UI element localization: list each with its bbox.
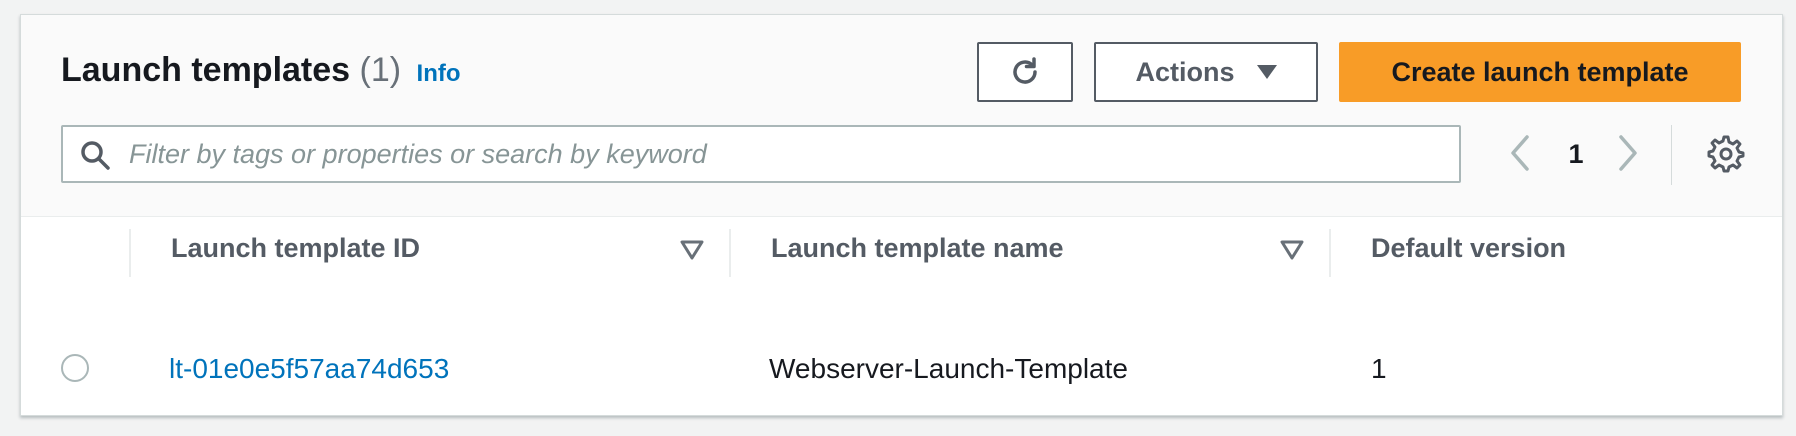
launch-templates-panel: Launch templates (1) Info Actions Create… [20,14,1783,416]
previous-page-icon[interactable] [1503,131,1539,175]
refresh-button[interactable] [977,42,1073,102]
toolbar-divider [1671,125,1672,185]
info-link[interactable]: Info [417,60,461,87]
actions-button[interactable]: Actions [1094,42,1318,102]
next-page-icon[interactable] [1609,131,1645,175]
title-count: (1) [359,51,402,89]
create-launch-template-button[interactable]: Create launch template [1339,42,1741,102]
launch-template-id-link[interactable]: lt-01e0e5f57aa74d653 [169,353,449,385]
current-page-number[interactable]: 1 [1561,139,1591,170]
row-select-radio[interactable] [61,354,89,382]
caret-down-icon [1256,65,1277,79]
column-divider [729,229,731,277]
launch-template-name: Webserver-Launch-Template [769,353,1128,384]
refresh-icon [1013,57,1037,84]
page-title: Launch templates (1) Info [61,51,461,90]
column-divider [129,229,131,277]
column-header-default-version: Default version [1371,233,1567,263]
default-version: 1 [1371,353,1387,384]
actions-label: Actions [1135,56,1235,87]
create-label: Create launch template [1391,56,1689,87]
sort-icon[interactable] [679,237,705,263]
gear-icon[interactable] [1705,133,1745,173]
search-input[interactable] [129,127,1449,181]
title-text: Launch templates [61,51,351,89]
panel-header: Launch templates (1) Info Actions Create… [21,15,1782,277]
search-box [61,125,1461,183]
search-icon [81,141,110,170]
column-header-id[interactable]: Launch template ID [171,233,420,269]
column-divider [1329,229,1331,277]
column-header-name[interactable]: Launch template name [771,233,1064,269]
sort-icon[interactable] [1279,237,1305,263]
